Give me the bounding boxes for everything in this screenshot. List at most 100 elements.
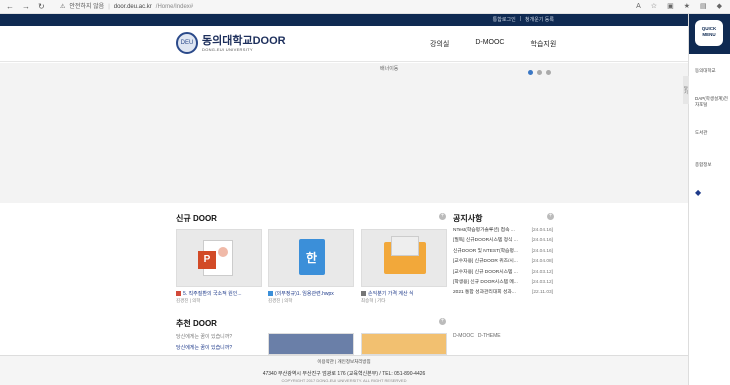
notice-more-icon[interactable]: + [547,213,554,220]
banner-image[interactable]: 배너이동 [380,65,398,72]
banner-dot[interactable] [546,70,551,75]
register-link[interactable]: 청개운기 등록 [525,16,554,23]
notice-item-date: [24.03.12] [531,269,553,275]
banner-dot[interactable] [528,70,533,75]
quick-menu: QUICK MENU 닫기 동의대학교 DAP(학생설계)전자포털 도서관 종합… [683,14,730,385]
recommend-title: 추천 DOOR [176,319,217,328]
url-host: door.deu.ac.kr [113,4,152,10]
notice-title: 공지사항 [453,214,483,223]
notice-item-date: [24.03.12] [531,279,553,285]
new-door-title: 신규 DOOR [176,214,217,223]
forward-icon[interactable]: → [22,2,30,12]
read-aloud-icon[interactable]: A [636,2,641,12]
course-thumbnail[interactable]: P [176,229,262,287]
list-item[interactable]: [교수자용] 신규 DOOR시스템 ... [24.03.12] [453,268,553,278]
notice-item-title[interactable]: [교수자용] 신규 DOOR시스템 ... [453,268,531,278]
course-title[interactable]: 5. 직주질환의 국소적 원인... [183,290,242,297]
quick-item-university[interactable]: 동의대학교 [695,68,716,74]
course-title[interactable]: (의무정규)1. 임용관련.hwpx [275,290,334,297]
notice-list: NTest(학습평가솔루션) 접속 ... [24.04.16] [필독] 신규D… [453,226,553,299]
notice-item-title[interactable]: [학생용] 신규 DOOR시스템 메... [453,278,531,288]
url-path: /Home/Index# [155,4,194,10]
dtheme-banner-link[interactable]: D-THEME [478,333,501,339]
nav-dmooc[interactable]: D-MOOC [475,39,504,49]
hwp-document-icon: 한 [299,239,325,275]
course-meta: 김경진 | 의학 [176,298,201,303]
course-title[interactable]: 손익분기 가격 계산 식 [368,290,414,297]
quick-item-info[interactable]: 종합정보 [695,162,712,168]
url-separator: | [108,4,110,10]
course-thumbnail[interactable]: 한 [268,229,354,287]
footer-copyright: COPYRIGHT 2017 DONG-EUI UNIVERSITY. ALL … [281,378,407,383]
university-seal-icon: DEU [176,32,198,54]
quick-item-library[interactable]: 도서관 [695,130,707,136]
collections-icon[interactable]: ▤ [700,2,707,12]
logo-subtitle: DONG-EUI UNIVERSITY [202,46,253,52]
file-icon [361,291,366,296]
recommend-item-title[interactable]: 당신에게는 꿈이 있습니까? [176,344,232,351]
hwp-file-icon [268,291,273,296]
course-card[interactable]: 한 (의무정규)1. 임용관련.hwpx 김경진 | 의학 [268,229,354,304]
list-item[interactable]: [필독] 신규DOOR시스템 정식 ... [24.04.16] [453,236,553,246]
notice-item-date: [22.11.03] [532,290,553,296]
notice-item-title[interactable]: [교수자용] 신규DOOR 퀴즈/시... [453,257,531,267]
dmooc-banner-link[interactable]: D-MOOC [453,333,474,339]
notice-item-title[interactable]: 2021 통합 성과관리대회 성과... [453,288,531,298]
address-bar[interactable]: ⚠ 안전하지 않음 | door.deu.ac.kr/Home/Index# [60,2,620,12]
course-meta: 최승혁 | 기타 [361,298,386,303]
favorites-list-icon[interactable]: ★ [684,2,690,12]
login-link[interactable]: 통합로그인 [493,16,516,23]
list-item[interactable]: 2021 통합 성과관리대회 성과... [22.11.03] [453,288,553,298]
course-card[interactable]: 손익분기 가격 계산 식 최승혁 | 기타 [361,229,447,304]
footer-links[interactable]: 이용약관 | 개인정보처리방침 [0,359,688,365]
footer-address: 47340 부산광역시 부산진구 엄광로 176 (교육혁신본부) / TEL:… [262,371,426,377]
notice-item-date: [24.04.16] [531,248,553,254]
logo-title: 동의대학교DOOR [202,34,286,47]
list-item[interactable]: [교수자용] 신규DOOR 퀴즈/시... [24.04.08] [453,257,553,267]
notice-item-title[interactable]: [필독] 신규DOOR시스템 정식 ... [453,236,531,246]
new-door-more-icon[interactable]: + [439,213,446,220]
split-screen-icon[interactable]: ▣ [667,2,674,12]
site-logo[interactable]: DEU 동의대학교DOOR DONG-EUI UNIVERSITY [176,32,286,54]
list-item[interactable]: [학생용] 신규 DOOR시스템 메... [24.03.12] [453,278,553,288]
banner-dot[interactable] [537,70,542,75]
browser-toolbar: ← → ↻ ⚠ 안전하지 않음 | door.deu.ac.kr/Home/In… [0,0,730,14]
site-header: DEU 동의대학교DOOR DONG-EUI UNIVERSITY 강의실 D-… [0,26,688,62]
site-footer: 이용약관 | 개인정보처리방침 47340 부산광역시 부산진구 엄광로 176… [0,355,688,385]
notice-item-date: [24.04.16] [531,228,553,233]
notice-item-date: [24.04.16] [531,238,553,244]
recommend-image-alt[interactable]: 당신에게는 꿈이 있습니까? [176,333,232,340]
extension-icon[interactable]: ◆ [717,2,722,12]
quick-item-dap[interactable]: DAP(학생설계)전자포털 [695,96,729,108]
topbar-separator: | [519,16,521,22]
list-item[interactable]: 신규DOOR 및 NTEST(학습평... [24.04.16] [453,247,553,257]
browser-actions: A ☆ ▣ ★ ▤ ◆ [636,2,722,12]
top-utility-bar: 통합로그인 | 청개운기 등록 [0,14,688,26]
recommend-thumbnail[interactable] [268,333,354,355]
ppt-file-icon [176,291,181,296]
reload-icon[interactable]: ↻ [38,2,45,12]
quick-menu-close[interactable]: 닫기 [683,76,689,104]
quick-logo-icon[interactable]: ◆ [695,188,701,197]
notice-item-date: [24.04.08] [531,259,553,265]
recommend-more-icon[interactable]: + [439,318,446,325]
powerpoint-icon: P [198,240,233,276]
quick-menu-header: QUICK MENU [689,14,730,54]
recommend-thumbnail[interactable] [361,333,447,355]
quick-menu-badge: QUICK MENU [695,20,723,46]
notice-item-title[interactable]: NTest(학습평가솔루션) 접속 ... [453,226,531,236]
course-thumbnail[interactable] [361,229,447,287]
warning-icon: ⚠ [60,4,66,10]
course-card[interactable]: P 5. 직주질환의 국소적 원인... 김경진 | 의학 [176,229,262,304]
nav-learning-support[interactable]: 학습지원 [531,39,557,49]
inbox-folder-icon [384,236,426,274]
list-item[interactable]: NTest(학습평가솔루션) 접속 ... [24.04.16] [453,226,553,236]
notice-item-title[interactable]: 신규DOOR 및 NTEST(학습평... [453,247,531,257]
nav-classroom[interactable]: 강의실 [430,39,449,49]
main-banner: 배너이동 [0,63,688,203]
back-icon[interactable]: ← [6,2,14,12]
browser-nav: ← → ↻ [6,2,45,12]
favorite-icon[interactable]: ☆ [651,2,657,12]
main-nav: 강의실 D-MOOC 학습지원 [430,39,556,49]
security-warning: 안전하지 않음 [69,4,105,10]
